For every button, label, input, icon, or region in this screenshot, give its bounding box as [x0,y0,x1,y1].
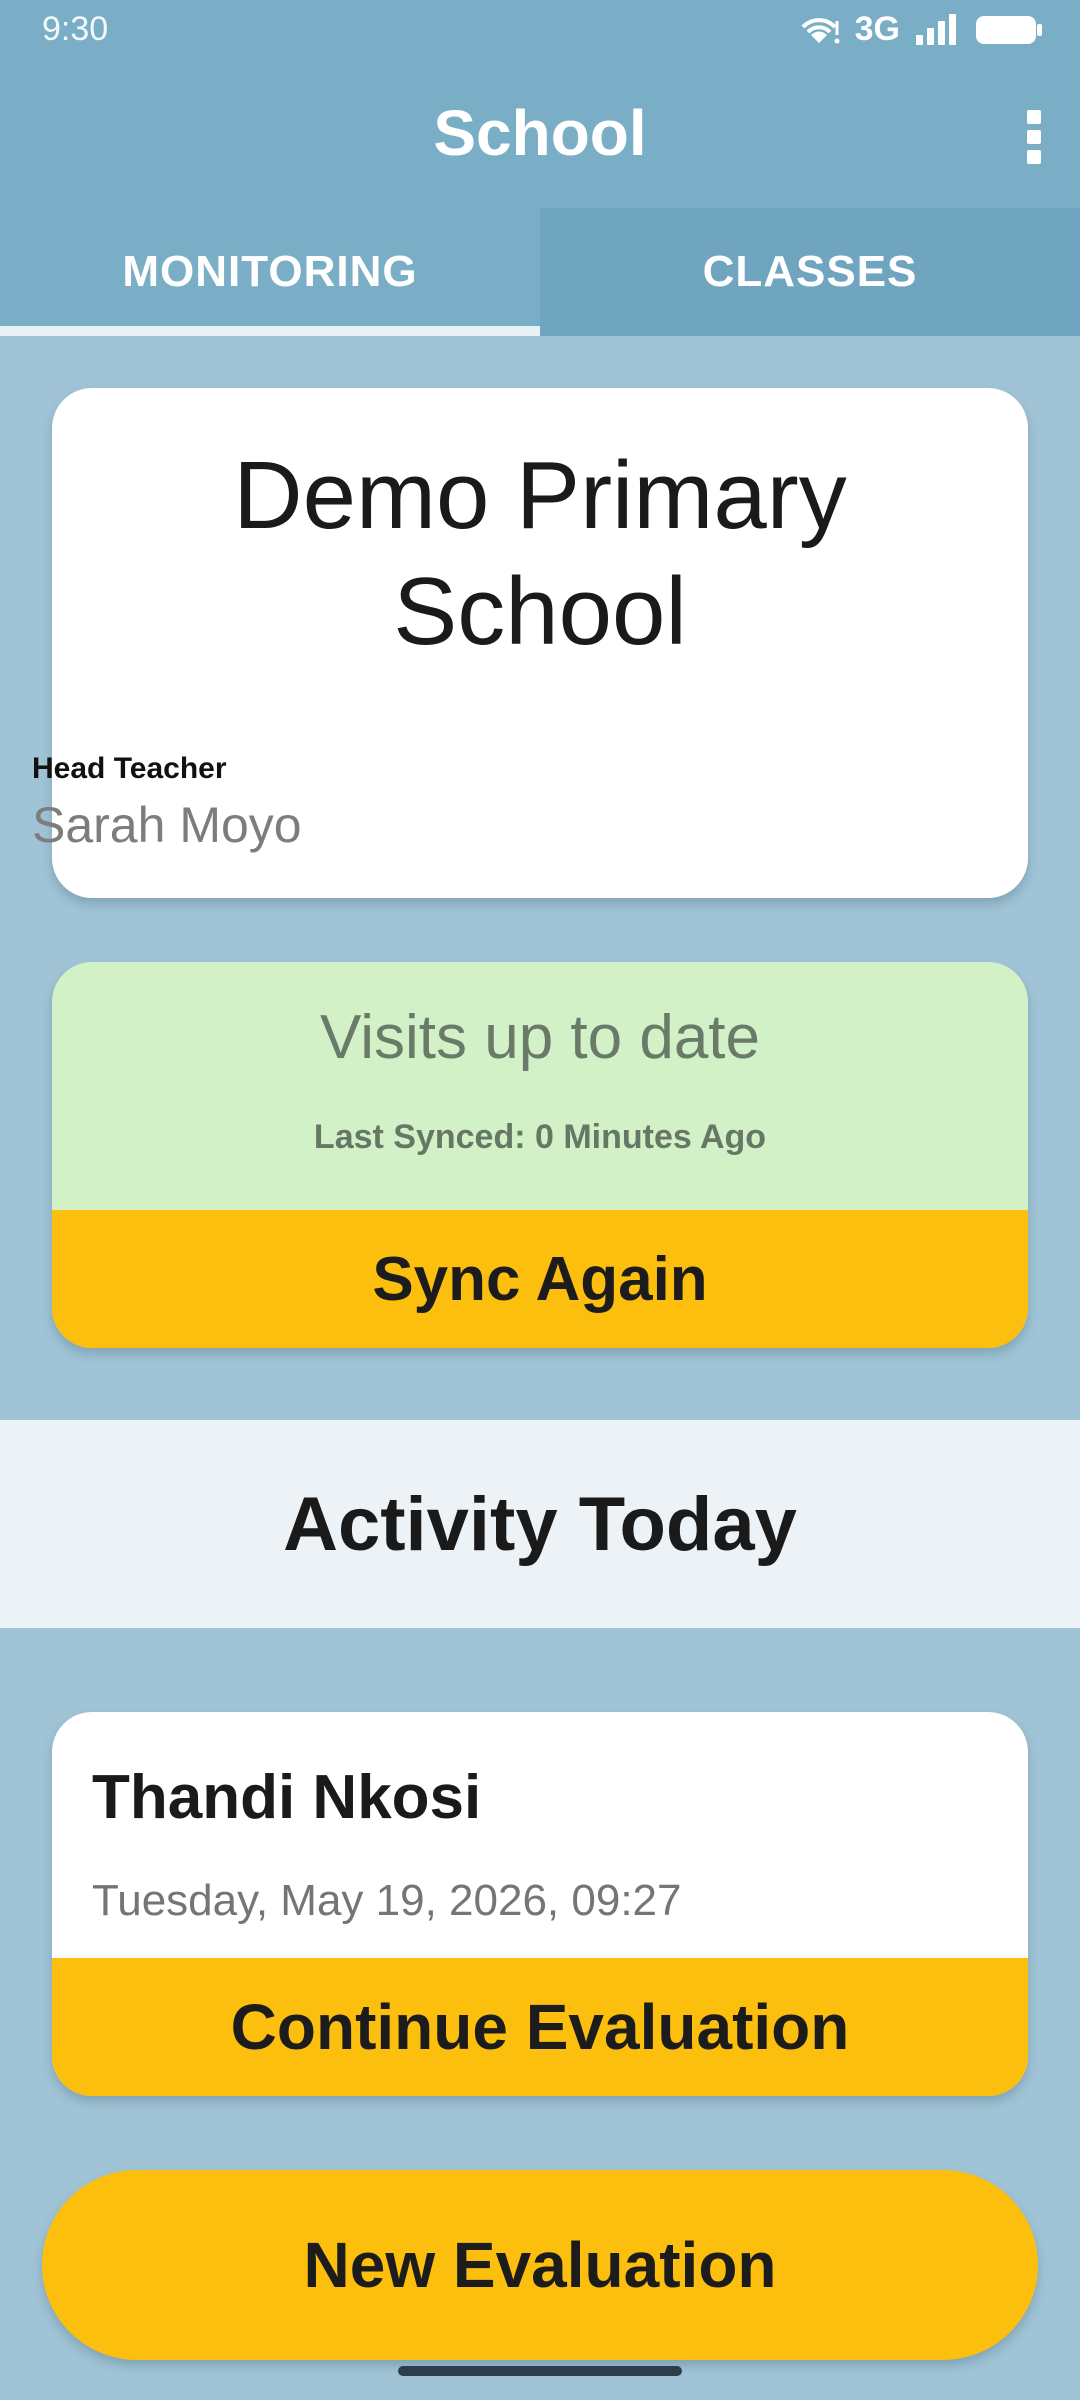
head-teacher-name: Sarah Moyo [32,797,302,853]
section-title: Activity Today [283,1481,797,1567]
sync-status-card: Visits up to date Last Synced: 0 Minutes… [52,962,1028,1348]
tab-monitoring[interactable]: MONITORING [0,208,540,336]
status-icons: 3G [797,10,1044,49]
signal-icon [916,13,956,45]
menu-dot [1027,150,1041,164]
sync-status-text: Visits up to date [319,1003,761,1072]
sync-again-button[interactable]: Sync Again [52,1210,1028,1348]
activity-datetime: Tuesday, May 19, 2026, 09:27 [92,1876,682,1925]
teacher-name: Thandi Nkosi [92,1763,482,1832]
tab-selected-indicator [0,326,540,336]
app-bar: School [0,62,1080,208]
home-indicator[interactable] [398,2366,682,2376]
menu-dot [1027,110,1041,124]
menu-dot [1027,130,1041,144]
activity-section-header: Activity Today [0,1420,1080,1628]
app-title: School [433,97,647,169]
tab-bar: MONITORING CLASSES [0,208,1080,336]
continue-evaluation-button[interactable]: Continue Evaluation [52,1958,1028,2096]
head-teacher-label: Head Teacher [32,752,227,785]
tab-classes[interactable]: CLASSES [540,208,1080,336]
network-type: 3G [854,10,900,48]
status-bar: 9:30 3G [0,0,1080,62]
status-time: 9:30 [42,10,109,48]
tab-monitoring-label: MONITORING [122,247,418,296]
last-synced-text: Last Synced: 0 Minutes Ago [313,1118,767,1156]
overflow-menu-icon[interactable] [1014,104,1054,170]
tab-classes-label: CLASSES [702,247,918,296]
wifi-icon [801,17,840,43]
activity-card[interactable]: Thandi Nkosi Tuesday, May 19, 2026, 09:2… [52,1712,1028,2096]
school-name: Demo Primary School [233,442,847,665]
battery-icon [976,15,1042,44]
new-evaluation-button[interactable]: New Evaluation [42,2170,1038,2360]
